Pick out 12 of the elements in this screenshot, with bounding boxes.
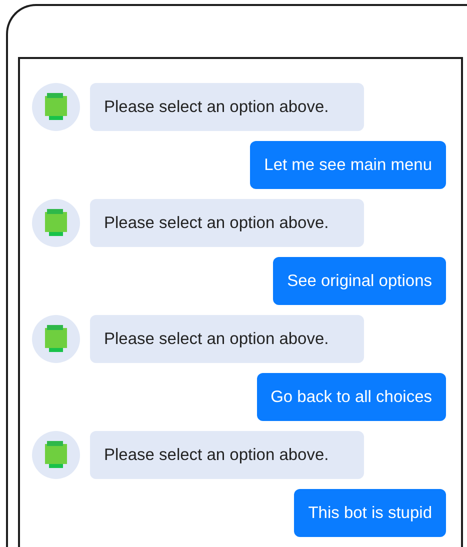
bot-message: Please select an option above.	[90, 83, 364, 131]
bot-message: Please select an option above.	[90, 315, 364, 363]
bot-avatar-icon	[32, 431, 80, 479]
user-message: This bot is stupid	[294, 489, 446, 537]
bot-avatar-icon	[32, 83, 80, 131]
user-message: Let me see main menu	[250, 141, 446, 189]
bot-avatar-icon	[32, 199, 80, 247]
bot-avatar-icon	[32, 315, 80, 363]
user-message: See original options	[273, 257, 446, 305]
user-message: Go back to all choices	[256, 373, 446, 421]
bot-message: Please select an option above.	[90, 199, 364, 247]
bot-message: Please select an option above.	[90, 431, 364, 479]
